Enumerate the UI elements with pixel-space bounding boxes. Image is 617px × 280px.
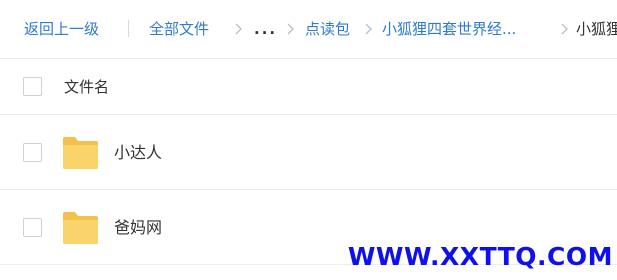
breadcrumb-series[interactable]: 小狐狸四套世界经... (382, 19, 516, 39)
breadcrumb-divider (128, 20, 129, 37)
watermark-text: WWW.XXTTQ.COM (347, 242, 613, 271)
chevron-right-icon (364, 20, 374, 38)
folder-icon (62, 135, 99, 170)
file-browser: 返回上一级 全部文件 ... 点读包 小狐狸四套世界经... 小狐狸 文件名 小… (0, 0, 617, 280)
list-item[interactable]: 小达人 (0, 115, 617, 190)
chevron-right-icon (560, 20, 570, 38)
breadcrumb-dianduobao[interactable]: 点读包 (305, 19, 350, 39)
breadcrumb-all-files[interactable]: 全部文件 (149, 19, 209, 39)
chevron-right-icon (286, 20, 296, 38)
select-all-checkbox[interactable] (23, 77, 42, 96)
column-header-filename[interactable]: 文件名 (64, 77, 109, 97)
list-header: 文件名 (0, 59, 617, 115)
back-button[interactable]: 返回上一级 (24, 19, 99, 39)
file-name[interactable]: 小达人 (114, 142, 162, 163)
breadcrumb-ellipsis[interactable]: ... (254, 19, 277, 39)
file-name[interactable]: 爸妈网 (114, 217, 162, 238)
breadcrumb-current: 小狐狸 (576, 20, 617, 38)
breadcrumb: 返回上一级 全部文件 ... 点读包 小狐狸四套世界经... 小狐狸 (0, 0, 617, 59)
row-checkbox[interactable] (23, 218, 42, 237)
chevron-right-icon (234, 20, 244, 38)
row-checkbox[interactable] (23, 143, 42, 162)
folder-icon (62, 210, 99, 245)
